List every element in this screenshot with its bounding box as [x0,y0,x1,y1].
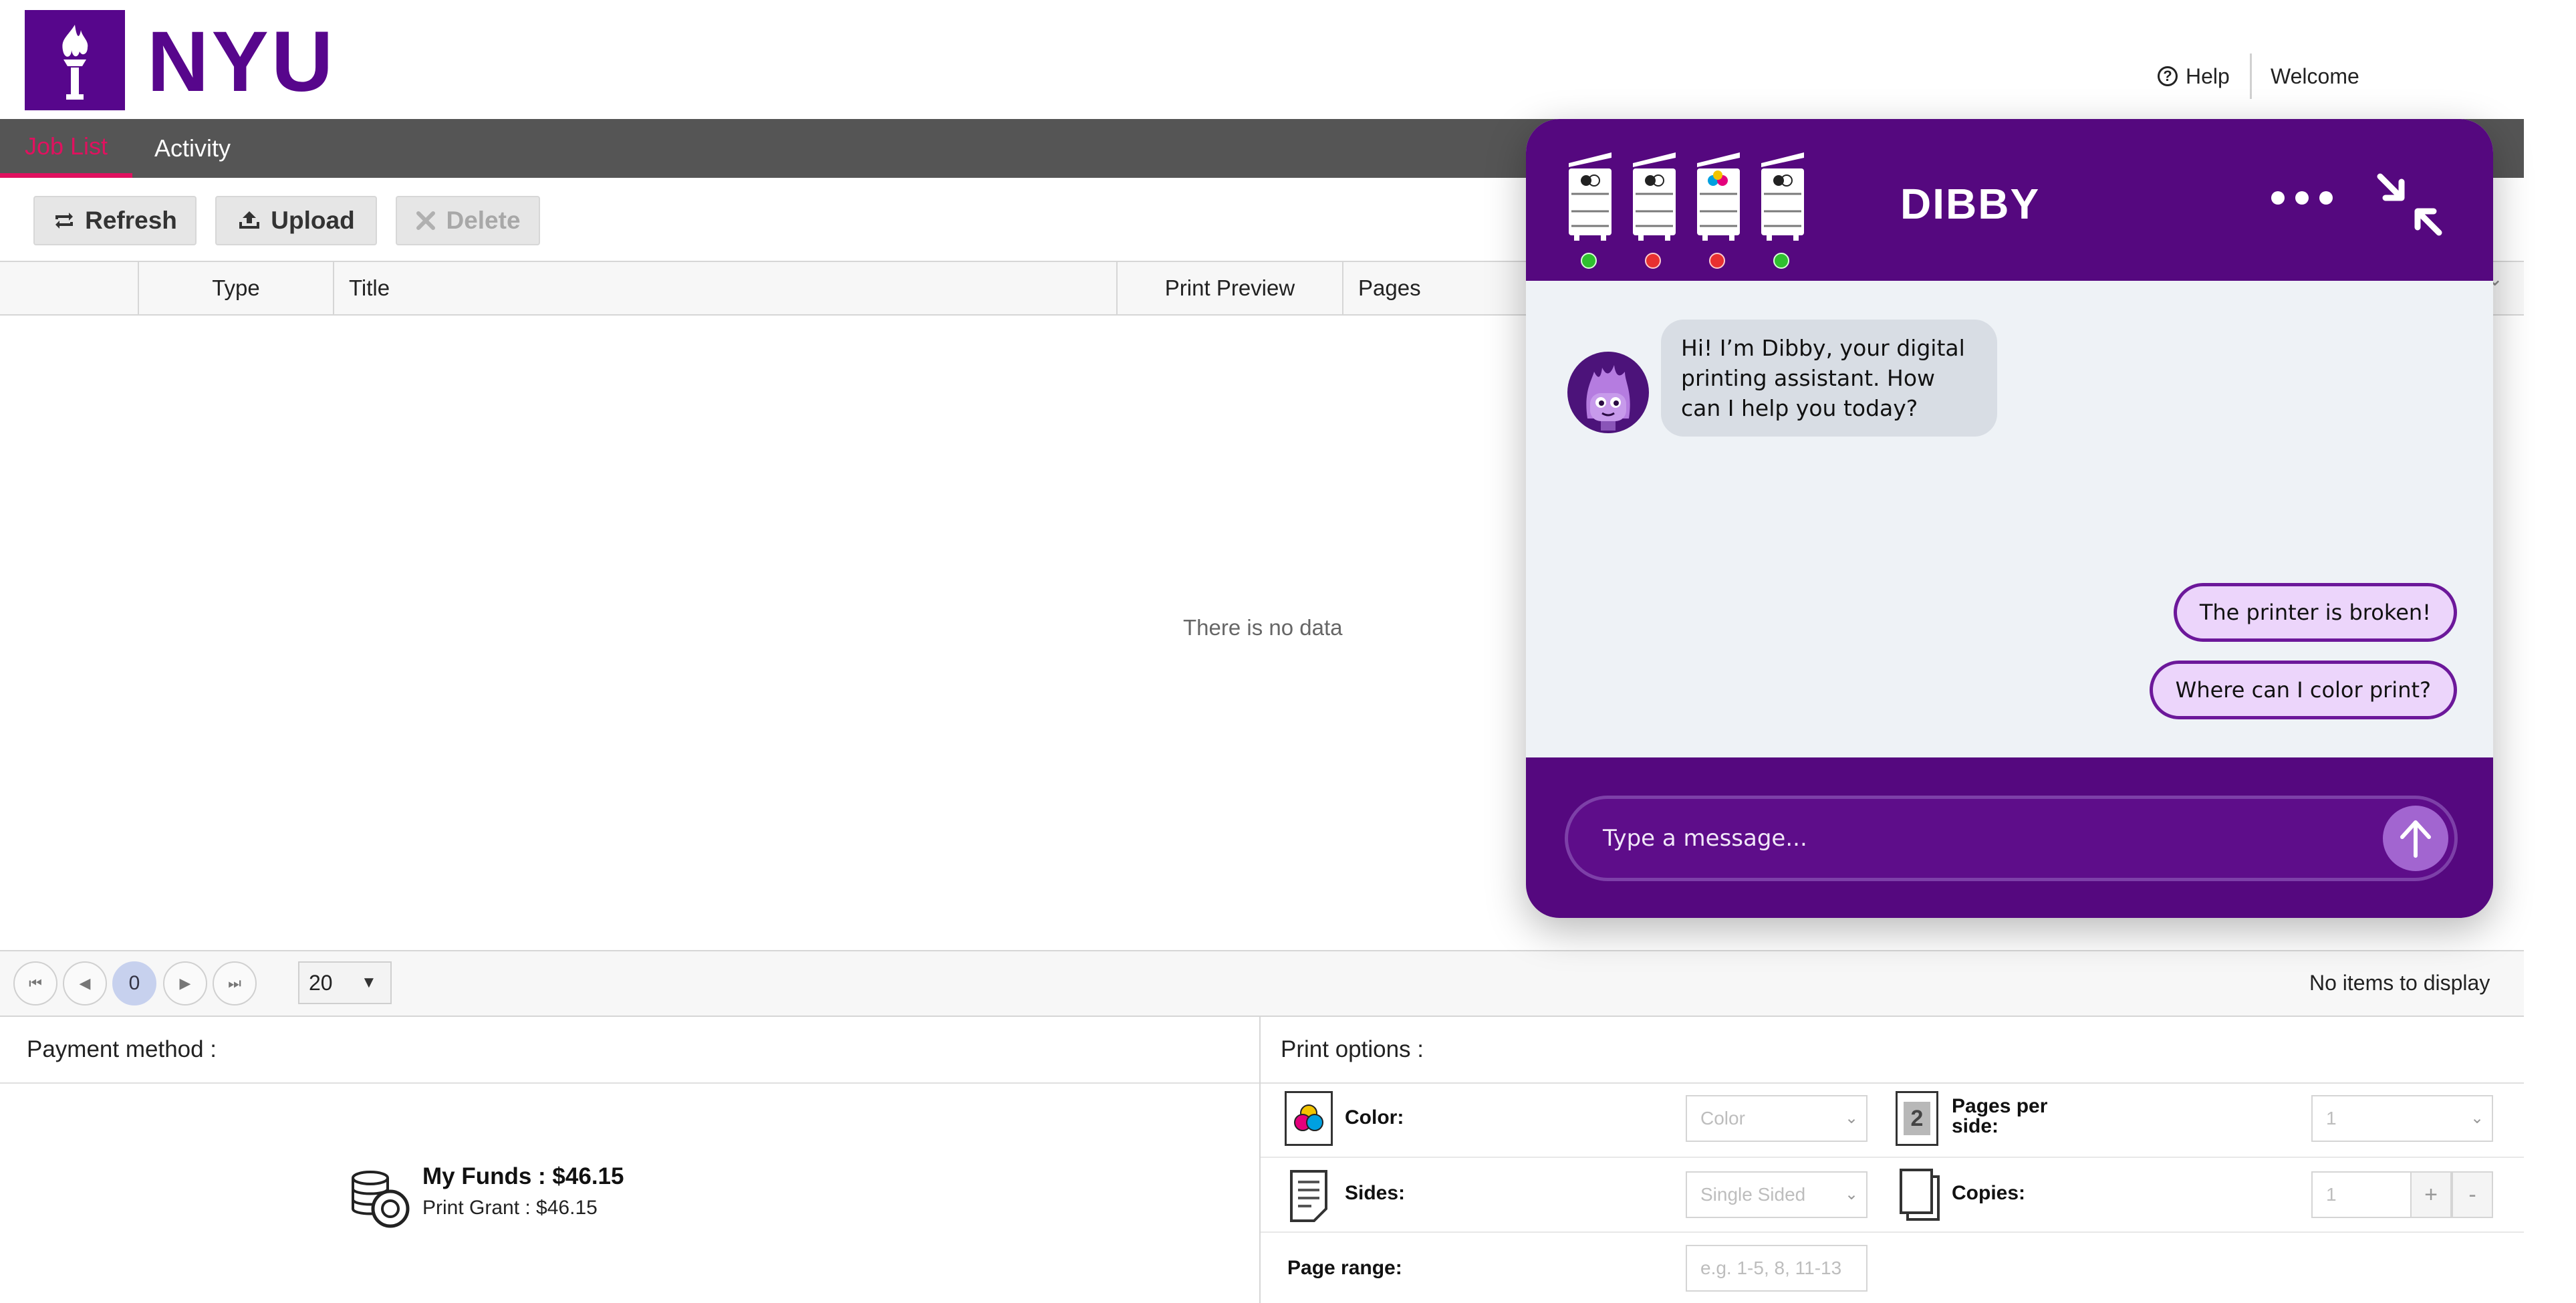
help-label: Help [2186,64,2230,88]
column-header-print-preview[interactable]: Print Preview [1116,262,1342,314]
delete-label: Delete [446,207,521,234]
print-grant-amount: Print Grant : $46.15 [422,1197,598,1219]
color-select-chevron-icon[interactable]: ⌄ [1845,1108,1858,1128]
torch-icon [62,25,88,100]
page-size-select[interactable]: 20 [298,961,392,1004]
send-message-button[interactable] [2383,806,2448,871]
printer-status-error-dot [1645,253,1661,269]
column-header-type[interactable]: Type [138,262,333,314]
refresh-icon [55,213,74,229]
pager-status-text: No items to display [2309,971,2490,995]
refresh-label: Refresh [85,207,177,234]
printer-status-ok-dot [1773,253,1789,269]
printer-status-icon[interactable] [1629,147,1680,244]
printer-status-ok-dot [1581,253,1597,269]
first-page-button[interactable]: ⏮ [13,961,57,1005]
first-page-icon: ⏮ [29,975,42,991]
next-page-button[interactable]: ▶ [163,961,207,1005]
tab-activity[interactable]: Activity [132,119,253,178]
sides-select[interactable]: Single Sided [1686,1171,1867,1218]
printer-icon [1569,152,1612,241]
printer-icon [1761,152,1804,241]
upload-label: Upload [271,207,355,234]
delete-x-icon [416,211,436,230]
printer-status-icon[interactable] [1757,147,1808,244]
pages-per-side-icon: 2 [1896,1091,1938,1146]
chat-input-placeholder: Type a message... [1603,825,1807,852]
header-divider [2250,53,2252,99]
page-range-input[interactable]: e.g. 1-5, 8, 11-13 [1686,1245,1867,1292]
copies-increment-button[interactable]: + [2410,1171,2452,1218]
nyu-logo-text: NYU [147,14,336,110]
copies-input[interactable]: 1 [2311,1171,2412,1218]
sides-label: Sides: [1345,1182,1406,1204]
previous-page-button[interactable]: ◀ [63,961,107,1005]
page-size-dropdown-icon[interactable]: ▼ [361,968,377,997]
my-funds-amount: My Funds : $46.15 [422,1163,624,1189]
last-page-button[interactable]: ⏭ [213,961,257,1005]
nyu-torch-logo [25,10,125,110]
grid-empty-message: There is no data [1183,615,1343,640]
pages-per-side-label: Pages per side: [1952,1095,2048,1137]
minimize-chat-icon[interactable] [2375,171,2444,241]
upload-button[interactable]: Upload [215,196,377,245]
page-range-placeholder: e.g. 1-5, 8, 11-13 [1700,1258,1842,1278]
more-options-icon[interactable] [2271,191,2333,205]
color-select-value: Color [1700,1108,1745,1129]
sides-icon [1285,1167,1333,1223]
copies-value: 1 [2326,1184,2337,1205]
chat-message-input[interactable]: Type a message... [1565,796,2458,881]
column-header-pages[interactable]: Pages [1342,262,1543,314]
page-range-label: Page range: [1287,1257,1402,1279]
color-select[interactable]: Color [1686,1095,1867,1142]
prev-page-icon: ◀ [79,975,91,991]
column-header-select[interactable] [0,262,138,314]
welcome-text: Welcome [2271,64,2359,88]
dibby-chat-widget: DIBBY Hi! I’m Dibby, your digital printi… [1526,119,2493,918]
option-row-divider [1261,1231,2524,1233]
coins-icon [348,1169,412,1232]
color-icon [1285,1091,1333,1146]
printer-status-icon[interactable] [1565,147,1616,244]
bot-message-bubble: Hi! I’m Dibby, your digital printing ass… [1661,320,1997,437]
tab-job-list[interactable]: Job List [0,119,132,178]
quick-reply-printer-broken[interactable]: The printer is broken! [2173,583,2457,642]
next-page-icon: ▶ [179,975,191,991]
last-page-icon: ⏭ [228,975,241,991]
printer-icon [1633,152,1676,241]
pages-per-side-value: 1 [2326,1108,2337,1129]
pages-per-side-select[interactable]: 1 [2311,1095,2493,1142]
print-options-header: Print options : [1261,1017,2524,1084]
upload-icon [239,211,260,229]
copies-icon [1896,1167,1944,1223]
copies-decrement-button[interactable]: - [2452,1171,2493,1218]
quick-reply-color-print[interactable]: Where can I color print? [2149,661,2457,719]
color-label: Color: [1345,1106,1404,1129]
printer-status-icon[interactable] [1693,147,1744,244]
payment-method-header: Payment method : [0,1017,1259,1084]
delete-button[interactable]: Delete [396,196,540,245]
help-link[interactable]: ? Help [2158,60,2230,92]
arrow-up-icon [2400,820,2431,858]
current-page-indicator[interactable]: 0 [112,961,156,1005]
help-icon: ? [2158,66,2178,86]
sides-select-value: Single Sided [1700,1184,1806,1205]
option-row-divider [1261,1157,2524,1158]
copies-label: Copies: [1952,1182,2026,1204]
refresh-button[interactable]: Refresh [33,196,197,245]
sides-select-chevron-icon[interactable]: ⌄ [1845,1185,1858,1204]
printer-status-error-dot [1709,253,1725,269]
color-printer-icon [1697,152,1740,241]
pages-per-side-chevron-icon[interactable]: ⌄ [2470,1108,2484,1128]
chat-title: DIBBY [1900,180,2041,228]
dibby-avatar [1567,352,1649,433]
column-header-title[interactable]: Title [333,262,1116,314]
